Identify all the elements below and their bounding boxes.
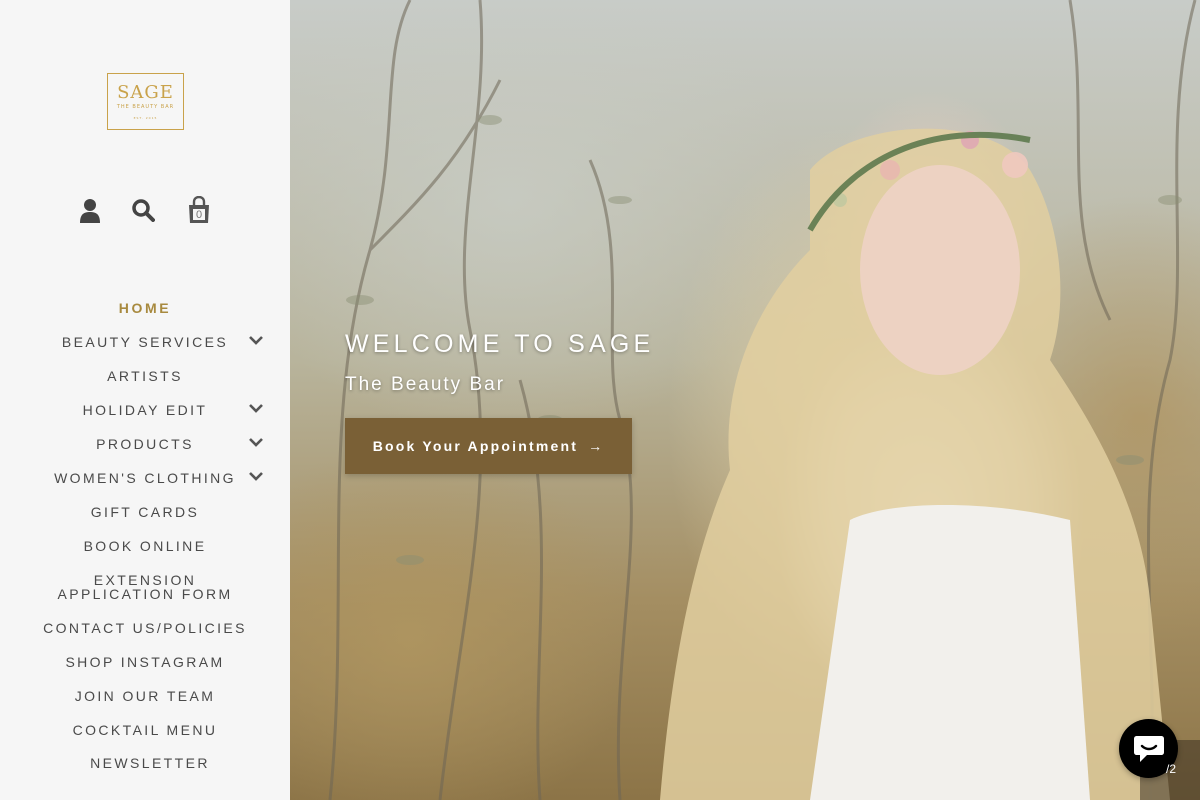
nav-item-label: PRODUCTS: [96, 436, 194, 452]
search-icon[interactable]: [131, 196, 155, 224]
hero-subtitle: The Beauty Bar: [345, 374, 506, 395]
nav-item-beauty-services[interactable]: BEAUTY SERVICES: [0, 335, 290, 349]
nav-item-products[interactable]: PRODUCTS: [0, 437, 290, 451]
chevron-down-icon[interactable]: [249, 437, 265, 451]
nav-item-gift-cards[interactable]: GIFT CARDS: [0, 505, 290, 519]
nav-item-holiday-edit[interactable]: HOLIDAY EDIT: [0, 403, 290, 417]
nav-item-artists[interactable]: ARTISTS: [0, 369, 290, 383]
chevron-down-icon[interactable]: [249, 335, 265, 349]
logo-main-text: SAGE: [117, 82, 174, 103]
nav-item-label: COCKTAIL MENU: [72, 722, 218, 738]
book-appointment-label: Book Your Appointment: [372, 438, 579, 454]
corner-text: /2: [1166, 762, 1177, 776]
nav-item-label: ARTISTS: [107, 368, 183, 384]
account-icon[interactable]: [78, 196, 102, 224]
hero-banner: WELCOME TO SAGE The Beauty Bar Book Your…: [290, 0, 1200, 800]
arrow-right-icon: →: [588, 438, 605, 454]
nav-item-label: BOOK ONLINE: [83, 538, 207, 554]
nav-item-newsletter[interactable]: NEWSLETTER: [0, 756, 290, 770]
nav-item-extension-application-form[interactable]: EXTENSION APPLICATION FORM: [0, 573, 290, 601]
nav-item-contact-us-policies[interactable]: CONTACT US/POLICIES: [0, 621, 290, 635]
nav-item-cocktail-menu[interactable]: COCKTAIL MENU: [0, 723, 290, 737]
nav-item-home[interactable]: HOME: [0, 301, 290, 315]
nav-item-label: JOIN OUR TEAM: [74, 688, 216, 704]
nav-item-label: CONTACT US/POLICIES: [43, 620, 247, 636]
nav-item-label: HOME: [118, 300, 172, 316]
nav-item-label: WOMEN'S CLOTHING: [54, 470, 236, 486]
logo-small-text: EST. 2015: [133, 116, 158, 120]
sidebar: SAGE THE BEAUTY BAR EST. 2015 0 HOME BEA…: [0, 0, 290, 800]
cart-icon[interactable]: 0: [187, 196, 211, 224]
nav-item-label: BEAUTY SERVICES: [61, 334, 229, 350]
nav-item-join-our-team[interactable]: JOIN OUR TEAM: [0, 689, 290, 703]
nav-item-label: NEWSLETTER: [90, 755, 210, 771]
chat-icon: [1133, 735, 1164, 762]
nav-item-label: HOLIDAY EDIT: [82, 402, 208, 418]
header-icon-row: 0: [0, 196, 290, 228]
chevron-down-icon[interactable]: [249, 471, 265, 485]
logo-sub-text: THE BEAUTY BAR: [116, 104, 175, 110]
nav-item-shop-instagram[interactable]: SHOP INSTAGRAM: [0, 655, 290, 669]
hero-background-image: [328, 0, 1197, 800]
logo[interactable]: SAGE THE BEAUTY BAR EST. 2015: [107, 73, 184, 130]
nav-item-womens-clothing[interactable]: WOMEN'S CLOTHING: [0, 471, 290, 485]
chevron-down-icon[interactable]: [249, 403, 265, 417]
book-appointment-button[interactable]: Book Your Appointment →: [345, 418, 632, 474]
nav-item-label: SHOP INSTAGRAM: [65, 654, 225, 670]
nav-item-label: GIFT CARDS: [90, 504, 200, 520]
nav-item-label: EXTENSION APPLICATION FORM: [57, 572, 233, 602]
hero-title: WELCOME TO SAGE: [345, 330, 655, 358]
nav-item-book-online[interactable]: BOOK ONLINE: [0, 539, 290, 553]
cart-count: 0: [195, 209, 203, 221]
